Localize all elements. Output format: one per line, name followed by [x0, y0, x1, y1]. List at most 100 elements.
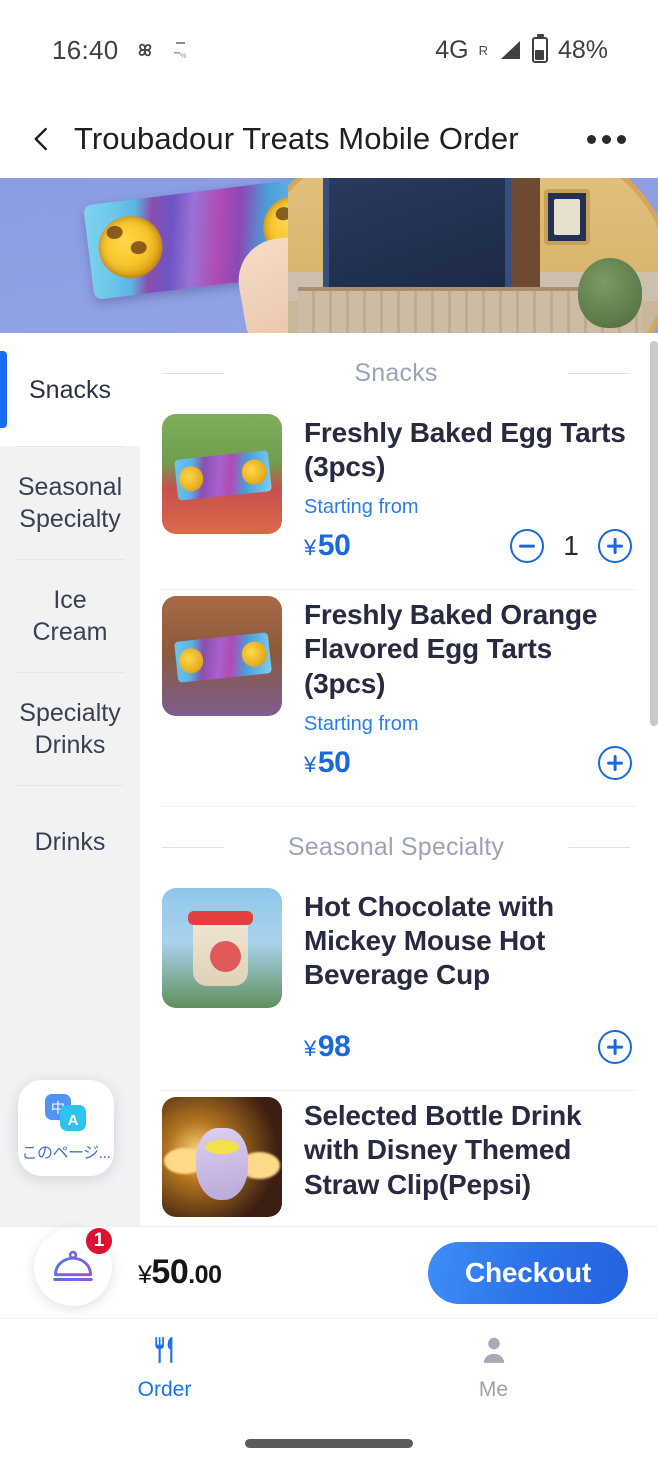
- signal-icon: [498, 39, 522, 61]
- translate-page-widget[interactable]: 中 A このページ...: [18, 1080, 114, 1176]
- quantity-stepper[interactable]: [598, 1030, 632, 1065]
- decrease-quantity-button[interactable]: [510, 529, 544, 564]
- divider-line: [568, 846, 630, 848]
- product-price-prefix: Starting from: [304, 496, 419, 519]
- section-header-seasonal-specialty: Seasonal Specialty: [160, 807, 636, 882]
- increase-quantity-button[interactable]: [598, 529, 632, 564]
- battery-icon: [531, 34, 548, 63]
- sidebar-item-specialty-drinks[interactable]: Specialty Drinks: [0, 672, 140, 785]
- back-chevron-icon[interactable]: [22, 119, 62, 159]
- app-header: Troubadour Treats Mobile Order: [0, 100, 658, 178]
- product-info: Freshly Baked Orange Flavored Egg Tarts …: [304, 596, 632, 780]
- small-status-icon: %: [171, 39, 191, 61]
- quantity-stepper[interactable]: [598, 745, 632, 780]
- page-title: Troubadour Treats Mobile Order: [74, 121, 519, 156]
- storefront-sign: [544, 188, 590, 245]
- cart-bar: 1 ¥50.00 Checkout: [0, 1225, 658, 1318]
- product-price-row: ¥98: [304, 1030, 632, 1065]
- checkout-button[interactable]: Checkout: [428, 1241, 628, 1304]
- quantity-value: 1: [563, 530, 579, 562]
- add-to-cart-button[interactable]: [598, 1030, 632, 1065]
- status-time: 16:40: [52, 34, 119, 65]
- sidebar-item-snacks[interactable]: Snacks: [0, 333, 140, 446]
- home-indicator: [245, 1439, 413, 1448]
- add-to-cart-button[interactable]: [598, 745, 632, 780]
- section-header-snacks: Snacks: [160, 333, 636, 408]
- product-thumbnail[interactable]: [162, 1097, 282, 1218]
- sidebar-item-label: Seasonal Specialty: [17, 472, 123, 533]
- product-thumbnail[interactable]: [162, 414, 282, 534]
- sidebar-item-label: Drinks: [34, 827, 106, 856]
- hero-banner: [0, 178, 658, 333]
- network-type: 4G: [435, 35, 469, 64]
- product-price-row: ¥50 1: [304, 529, 632, 564]
- price-value: 98: [317, 1030, 351, 1064]
- tab-order[interactable]: Order: [0, 1335, 329, 1402]
- section-title: Seasonal Specialty: [287, 832, 505, 861]
- svg-text:%: %: [180, 53, 186, 60]
- cart-badge: 1: [84, 1225, 114, 1256]
- roaming-indicator: R: [478, 42, 488, 58]
- product-thumbnail[interactable]: [162, 887, 282, 1008]
- battery-percent: 48%: [557, 35, 608, 64]
- more-options-icon[interactable]: [587, 134, 632, 144]
- divider-line: [162, 846, 224, 848]
- sidebar-item-seasonal-specialty[interactable]: Seasonal Specialty: [0, 446, 140, 559]
- svg-text:A: A: [68, 1112, 79, 1129]
- product-info: Freshly Baked Egg Tarts (3pcs) Starting …: [304, 414, 632, 564]
- product-name: Hot Chocolate with Mickey Mouse Hot Beve…: [304, 890, 554, 991]
- product-item[interactable]: Hot Chocolate with Mickey Mouse Hot Beve…: [160, 882, 636, 1092]
- status-bar-left: 16:40 %: [40, 35, 191, 66]
- storefront-window: [322, 178, 512, 294]
- divider-line: [162, 373, 224, 374]
- price-value: 50: [317, 529, 351, 563]
- product-price: ¥50: [304, 745, 351, 780]
- storefront-image: [288, 178, 658, 333]
- product-name: Selected Bottle Drink with Disney Themed…: [304, 1100, 582, 1200]
- translate-icon: 中 A: [43, 1093, 89, 1133]
- figment-plush-image: [195, 1128, 249, 1201]
- tab-label: Me: [478, 1378, 509, 1401]
- cutlery-icon: [151, 1335, 179, 1370]
- sidebar-item-ice-cream[interactable]: Ice Cream: [0, 559, 140, 672]
- cart-total: ¥50.00: [138, 1253, 222, 1292]
- product-price: ¥50: [304, 529, 351, 563]
- section-title: Snacks: [354, 359, 438, 387]
- status-bar: 16:40 % 4G R 48%: [0, 0, 658, 100]
- total-cents: .00: [188, 1261, 222, 1289]
- storefront-bush: [578, 258, 643, 329]
- product-info: Hot Chocolate with Mickey Mouse Hot Beve…: [304, 888, 632, 1065]
- sidebar-item-drinks[interactable]: Drinks: [0, 785, 140, 898]
- sidebar-item-label: Ice Cream: [32, 585, 108, 646]
- product-item[interactable]: Freshly Baked Orange Flavored Egg Tarts …: [160, 590, 636, 807]
- product-name: Freshly Baked Egg Tarts (3pcs): [304, 417, 626, 483]
- product-list[interactable]: Snacks Freshly Baked Egg Tarts (3pcs) St…: [140, 333, 658, 1258]
- currency-symbol: ¥: [138, 1261, 152, 1289]
- hero-left-photo: [0, 178, 357, 333]
- bottom-tab-bar: Order Me: [0, 1318, 658, 1470]
- product-price-prefix: Starting from: [304, 712, 419, 735]
- total-main: 50: [151, 1253, 189, 1291]
- price-value: 50: [317, 745, 351, 779]
- tab-me[interactable]: Me: [329, 1335, 658, 1402]
- product-price-row: ¥50: [304, 745, 632, 780]
- sidebar-item-label: Specialty Drinks: [19, 698, 121, 759]
- sidebar-item-label: Snacks: [29, 375, 111, 404]
- status-bar-right: 4G R 48%: [435, 34, 618, 65]
- currency-symbol: ¥: [304, 1036, 316, 1062]
- product-name: Freshly Baked Orange Flavored Egg Tarts …: [304, 599, 598, 699]
- currency-symbol: ¥: [304, 535, 316, 561]
- hero-right-photo: [288, 178, 658, 333]
- product-price: ¥98: [304, 1030, 351, 1064]
- quantity-stepper[interactable]: 1: [510, 529, 632, 564]
- person-icon: [480, 1335, 508, 1370]
- tart-left: [95, 212, 167, 282]
- product-item[interactable]: Freshly Baked Egg Tarts (3pcs) Starting …: [160, 408, 636, 591]
- divider-line: [568, 373, 630, 374]
- currency-symbol: ¥: [304, 751, 316, 777]
- tab-label: Order: [137, 1378, 192, 1401]
- translate-label: このページ...: [21, 1145, 111, 1162]
- cart-button[interactable]: 1: [34, 1225, 114, 1306]
- list-scrollbar[interactable]: [650, 341, 658, 726]
- product-thumbnail[interactable]: [162, 596, 282, 717]
